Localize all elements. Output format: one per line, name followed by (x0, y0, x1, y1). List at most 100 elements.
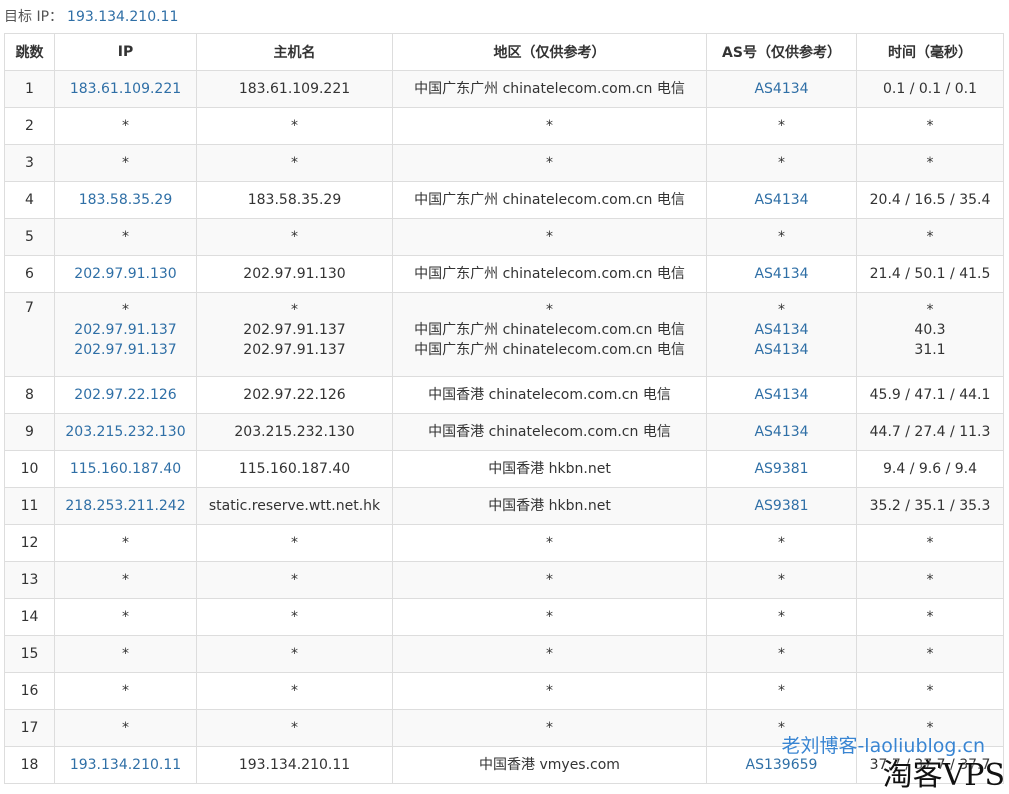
as-link[interactable]: AS4134 (708, 320, 856, 340)
as-value: * (778, 118, 785, 134)
as-cell: AS4134 (706, 255, 857, 293)
region-cell: * (392, 672, 707, 710)
as-cell: * (706, 598, 857, 636)
as-link[interactable]: AS9381 (708, 496, 856, 516)
ip-cell: * (54, 144, 197, 182)
region-cell: * (392, 524, 707, 562)
hop-number-cell: 14 (4, 598, 55, 636)
time-value: 31.1 (914, 342, 946, 358)
time-value: * (926, 229, 934, 245)
as-value: * (778, 683, 785, 699)
time-value: 0.1 / 0.1 / 0.1 (882, 81, 978, 97)
ip-link[interactable]: 183.58.35.29 (56, 190, 196, 210)
time-cell: * (856, 107, 1004, 145)
region-cell: 中国香港 chinatelecom.com.cn 电信 (392, 376, 707, 414)
as-link[interactable]: AS9381 (708, 459, 856, 479)
as-cell: * (706, 218, 857, 256)
table-row: 12 * * * * * (4, 524, 1004, 562)
region-cell: 中国香港 hkbn.net (392, 487, 707, 525)
region-value: * (546, 302, 553, 318)
time-value: 45.9 / 47.1 / 44.1 (869, 387, 991, 403)
hop-number-cell: 9 (4, 413, 55, 451)
ip-value: * (122, 646, 129, 662)
time-value: 35.2 / 35.1 / 35.3 (869, 498, 991, 514)
ip-cell: * 202.97.91.137 202.97.91.137 (54, 292, 197, 377)
as-link[interactable]: AS4134 (708, 340, 856, 360)
hostname-cell: 183.58.35.29 (196, 181, 393, 219)
header-as: AS号（仅供参考） (706, 33, 857, 71)
target-ip-value: 193.134.210.11 (67, 9, 179, 25)
table-row: 10 115.160.187.40 115.160.187.40 中国香港 hkbn.… (4, 450, 1004, 488)
as-value: * (778, 609, 785, 625)
hop-number-cell: 18 (4, 746, 55, 784)
ip-link[interactable]: 203.215.232.130 (56, 422, 196, 442)
hostname-value: 202.97.91.130 (243, 266, 346, 282)
hop-number-cell: 7 (4, 292, 55, 377)
region-cell: * (392, 709, 707, 747)
as-link[interactable]: AS4134 (708, 79, 856, 99)
as-cell: AS4134 (706, 181, 857, 219)
target-ip-bar: 目标 IP： 193.134.210.11 (4, 6, 178, 26)
time-value: * (926, 683, 934, 699)
ip-link[interactable]: 115.160.187.40 (56, 459, 196, 479)
hostname-value: 183.61.109.221 (238, 81, 351, 97)
as-link[interactable]: AS4134 (708, 385, 856, 405)
ip-link[interactable]: 202.97.22.126 (56, 385, 196, 405)
ip-value: * (122, 572, 129, 588)
region-value: 中国广东广州 chinatelecom.com.cn 电信 (414, 81, 685, 97)
as-value: * (778, 302, 785, 318)
region-cell: 中国广东广州 chinatelecom.com.cn 电信 (392, 70, 707, 108)
ip-value: * (122, 683, 129, 699)
ip-link[interactable]: 202.97.91.137 (56, 340, 196, 360)
ip-value: * (122, 535, 129, 551)
region-cell: 中国香港 hkbn.net (392, 450, 707, 488)
hostname-cell: * (196, 635, 393, 673)
region-value: 中国香港 hkbn.net (488, 498, 611, 514)
region-cell: 中国广东广州 chinatelecom.com.cn 电信 (392, 181, 707, 219)
hostname-value: 115.160.187.40 (238, 461, 351, 477)
as-link[interactable]: AS139659 (708, 755, 856, 775)
time-cell: * (856, 524, 1004, 562)
region-value: 中国广东广州 chinatelecom.com.cn 电信 (414, 322, 685, 338)
as-link[interactable]: AS4134 (708, 422, 856, 442)
header-region: 地区（仅供参考） (392, 33, 707, 71)
hostname-cell: static.reserve.wtt.net.hk (196, 487, 393, 525)
as-value: * (778, 572, 785, 588)
ip-link[interactable]: 202.97.91.130 (56, 264, 196, 284)
as-link[interactable]: AS4134 (708, 264, 856, 284)
time-value: * (926, 572, 934, 588)
time-value: 40.3 (914, 322, 946, 338)
table-row: 15 * * * * * (4, 635, 1004, 673)
table-header-row: 跳数 IP 主机名 地区（仅供参考） AS号（仅供参考） 时间（毫秒） (4, 33, 1004, 71)
ip-link[interactable]: 193.134.210.11 (56, 755, 196, 775)
hostname-value: * (291, 118, 298, 134)
ip-cell: 203.215.232.130 (54, 413, 197, 451)
ip-link[interactable]: 183.61.109.221 (56, 79, 196, 99)
hostname-cell: * (196, 598, 393, 636)
ip-link[interactable]: 218.253.211.242 (56, 496, 196, 516)
as-cell: * (706, 561, 857, 599)
hop-number-cell: 11 (4, 487, 55, 525)
ip-cell: 202.97.22.126 (54, 376, 197, 414)
as-cell: * (706, 107, 857, 145)
region-cell: 中国香港 vmyes.com (392, 746, 707, 784)
hop-number-cell: 17 (4, 709, 55, 747)
hostname-value: * (291, 720, 298, 736)
hostname-cell: * (196, 524, 393, 562)
hostname-cell: 115.160.187.40 (196, 450, 393, 488)
as-cell: AS4134 (706, 70, 857, 108)
target-ip-label: 目标 IP： (4, 9, 64, 25)
ip-cell: 183.58.35.29 (54, 181, 197, 219)
ip-value: * (122, 118, 129, 134)
hostname-value: * (291, 646, 298, 662)
hostname-value: static.reserve.wtt.net.hk (208, 498, 381, 514)
hostname-value: * (291, 229, 298, 245)
ip-link[interactable]: 202.97.91.137 (56, 320, 196, 340)
hostname-value: 202.97.91.137 (243, 322, 346, 338)
hostname-cell: * (196, 144, 393, 182)
hop-number-cell: 3 (4, 144, 55, 182)
hostname-cell: * (196, 561, 393, 599)
hostname-value: * (291, 302, 298, 318)
as-link[interactable]: AS4134 (708, 190, 856, 210)
ip-value: * (122, 229, 129, 245)
